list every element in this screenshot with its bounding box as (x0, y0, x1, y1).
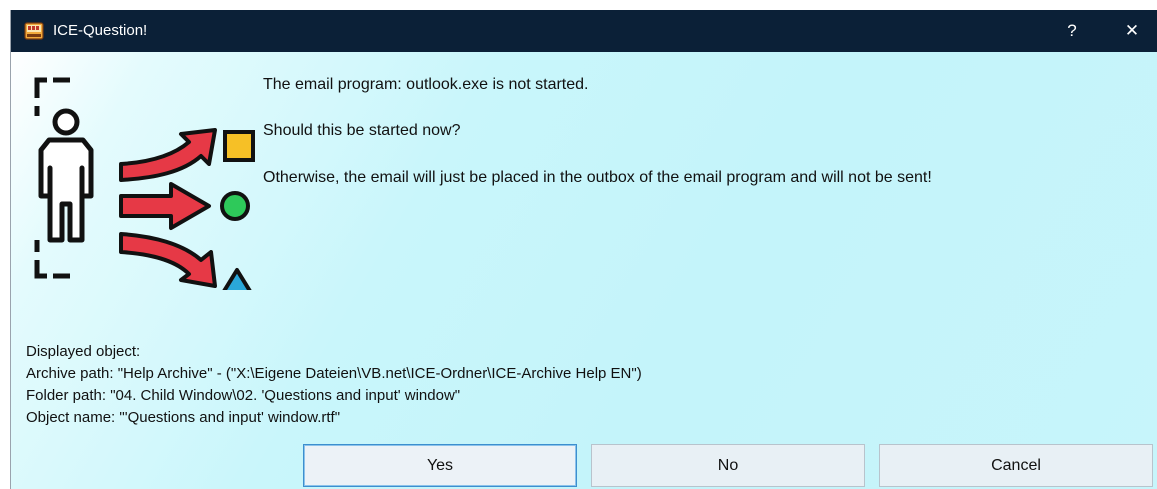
help-icon: ? (1067, 21, 1077, 40)
close-button[interactable]: ✕ (1108, 10, 1156, 52)
person-choices-illustration (34, 77, 255, 290)
dialog-window: ICE-Question! ? ✕ The email program: out… (10, 10, 1157, 489)
no-button[interactable]: No (591, 444, 865, 487)
ice-app-icon (24, 22, 44, 40)
info-folder-path: Folder path: "04. Child Window\02. 'Ques… (26, 387, 461, 404)
yes-button[interactable]: Yes (303, 444, 577, 487)
dialog-content: The email program: outlook.exe is not st… (11, 52, 1157, 489)
info-displayed-object: Displayed object: (26, 343, 141, 360)
title-bar[interactable]: ICE-Question! ? ✕ (11, 10, 1157, 52)
arrow-down (119, 232, 217, 288)
help-button[interactable]: ? (1048, 10, 1096, 52)
circle-shape (220, 191, 250, 221)
window-title: ICE-Question! (53, 22, 148, 39)
message-not-started: The email program: outlook.exe is not st… (263, 76, 589, 93)
info-object-name: Object name: "'Questions and input' wind… (26, 409, 341, 426)
cancel-button[interactable]: Cancel (879, 444, 1153, 487)
square-shape (223, 130, 255, 162)
arrow-up (119, 128, 217, 182)
bracket-bottom-left (34, 260, 47, 279)
message-otherwise: Otherwise, the email will just be placed… (263, 169, 932, 186)
triangle-shape (222, 268, 252, 290)
person-figure (38, 108, 94, 243)
close-icon: ✕ (1124, 21, 1140, 40)
bracket-top-left (34, 77, 47, 98)
message-question: Should this be started now? (263, 122, 461, 139)
info-archive-path: Archive path: "Help Archive" - ("X:\Eige… (26, 365, 642, 382)
arrow-right (119, 182, 211, 230)
